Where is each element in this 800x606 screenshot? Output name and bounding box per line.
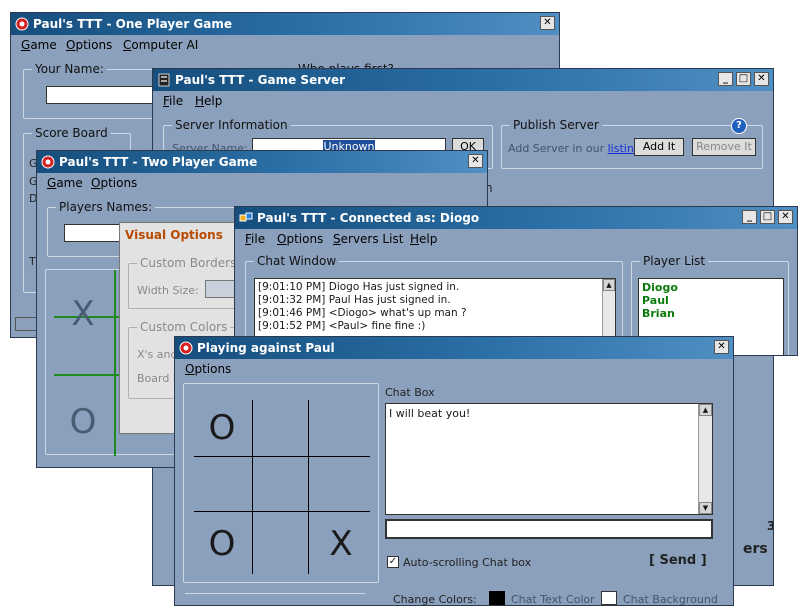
board-line-v2 xyxy=(308,400,309,574)
menu-servers-list[interactable]: Servers List xyxy=(333,232,403,246)
board-line-h1 xyxy=(194,456,370,457)
add-it-button[interactable]: Add It xyxy=(634,138,684,156)
scroll-down-icon[interactable]: ▼ xyxy=(699,502,712,514)
chat-box-group: Chat Box I will beat you! ▲ ▼ ✓ Auto-scr… xyxy=(379,386,727,605)
publish-server-label: Publish Server xyxy=(510,118,602,132)
chat-window-label: Chat Window xyxy=(254,254,340,268)
board-line-v1 xyxy=(252,400,253,574)
help-icon[interactable]: ? xyxy=(731,118,747,134)
one-player-menubar: Game Options Computer AI xyxy=(11,35,559,55)
connected-menubar: File Options Servers List Help xyxy=(235,229,797,249)
menu-help[interactable]: Help xyxy=(195,94,222,108)
maximize-button[interactable]: □ xyxy=(736,72,751,86)
game-board-group: O O X xyxy=(183,383,379,583)
connected-window: Paul's TTT - Connected as: Diogo _ □ ✕ F… xyxy=(234,206,798,356)
close-button[interactable]: ✕ xyxy=(540,16,555,30)
scroll-up-icon[interactable]: ▲ xyxy=(603,279,615,291)
playing-window: Playing against Paul ✕ Options O O X Cha… xyxy=(174,336,734,606)
player-item[interactable]: Diogo xyxy=(642,281,678,294)
custom-colors-label: Custom Colors xyxy=(137,320,231,334)
board-line-h2 xyxy=(194,511,370,512)
board-cell[interactable]: O xyxy=(196,410,248,446)
score-board-label: Score Board xyxy=(32,126,111,140)
app-icon xyxy=(41,155,55,169)
playing-titlebar[interactable]: Playing against Paul ✕ xyxy=(175,337,733,359)
chat-background-swatch[interactable] xyxy=(601,591,617,605)
chat-line: [9:01:52 PM] <Paul> fine fine :) xyxy=(258,320,426,332)
menu-options[interactable]: Options xyxy=(66,38,112,52)
remove-it-button[interactable]: Remove It xyxy=(692,138,756,156)
window-title: Playing against Paul xyxy=(197,341,335,355)
chat-box-scrollbar[interactable]: ▲ ▼ xyxy=(698,404,712,514)
player-count: 3 xyxy=(767,519,773,533)
two-player-menubar: Game Options xyxy=(37,173,487,193)
player-list-label: Player List xyxy=(640,254,709,268)
publish-text: Add Server in our listing? xyxy=(508,142,647,155)
chat-line: [9:01:10 PM] Diogo Has just signed in. xyxy=(258,281,460,293)
player-item[interactable]: Paul xyxy=(642,294,678,307)
board-cell[interactable]: X xyxy=(314,526,368,562)
send-button[interactable]: [ Send ] xyxy=(649,553,707,568)
board-line-v1 xyxy=(114,270,116,456)
menu-options[interactable]: Options xyxy=(91,176,137,190)
player-item[interactable]: Brian xyxy=(642,307,678,320)
dialog-title: Visual Options xyxy=(125,228,223,242)
chat-box[interactable]: I will beat you! ▲ ▼ xyxy=(385,403,713,515)
connected-titlebar[interactable]: Paul's TTT - Connected as: Diogo _ □ ✕ xyxy=(235,207,797,229)
server-icon xyxy=(158,73,170,87)
board-cell[interactable]: O xyxy=(58,404,108,440)
autoscroll-checkbox[interactable]: ✓ xyxy=(387,556,399,568)
board-cell[interactable]: O xyxy=(196,526,248,562)
menu-file[interactable]: File xyxy=(245,232,265,246)
minimize-button[interactable]: _ xyxy=(742,210,757,224)
scroll-up-icon[interactable]: ▲ xyxy=(699,404,712,416)
menu-computer-ai[interactable]: Computer AI xyxy=(123,38,198,52)
game-server-menubar: File Help xyxy=(153,91,773,111)
menu-options[interactable]: Options xyxy=(185,362,231,376)
menu-game[interactable]: Game xyxy=(21,38,57,52)
chat-line: [9:01:46 PM] <Diogo> what's up man ? xyxy=(258,307,467,319)
close-button[interactable]: ✕ xyxy=(754,72,769,86)
message-input[interactable] xyxy=(385,519,713,539)
menu-game[interactable]: Game xyxy=(47,176,83,190)
server-information-label: Server Information xyxy=(172,118,291,132)
players-label-partial: ers ] xyxy=(743,541,773,557)
menu-help[interactable]: Help xyxy=(410,232,437,246)
window-title: Paul's TTT - Two Player Game xyxy=(59,155,258,169)
app-icon xyxy=(179,341,193,355)
game-server-titlebar[interactable]: Paul's TTT - Game Server _ □ ✕ xyxy=(153,69,773,91)
board-cell[interactable]: X xyxy=(58,296,108,332)
score-row-4: T xyxy=(29,255,36,268)
close-button[interactable]: ✕ xyxy=(778,210,793,224)
players-names-label: Players Names: xyxy=(56,200,156,214)
close-button[interactable]: ✕ xyxy=(714,340,729,354)
custom-borders-label: Custom Borders xyxy=(137,256,240,270)
minimize-button[interactable]: _ xyxy=(718,72,733,86)
window-title: Paul's TTT - Game Server xyxy=(175,73,346,87)
two-player-titlebar[interactable]: Paul's TTT - Two Player Game ✕ xyxy=(37,151,487,173)
custom-borders-group: Custom Borders Width Size: xyxy=(128,256,244,309)
maximize-button[interactable]: □ xyxy=(760,210,775,224)
chat-text-color-swatch[interactable] xyxy=(489,591,505,605)
menu-options[interactable]: Options xyxy=(277,232,323,246)
playing-menubar: Options xyxy=(175,359,733,379)
window-title: Paul's TTT - Connected as: Diogo xyxy=(257,211,480,225)
close-button[interactable]: ✕ xyxy=(468,154,483,168)
your-name-label: Your Name: xyxy=(32,62,107,76)
chat-box-label: Chat Box xyxy=(385,386,435,399)
network-icon xyxy=(239,212,253,222)
chat-line: [9:01:32 PM] Paul Has just signed in. xyxy=(258,294,451,306)
chat-lines: [9:01:10 PM] Diogo Has just signed in. [… xyxy=(258,281,467,333)
chat-box-text: I will beat you! xyxy=(389,407,471,420)
publish-server-group: Publish Server Add Server in our listing… xyxy=(501,118,763,169)
one-player-titlebar[interactable]: Paul's TTT - One Player Game ✕ xyxy=(11,13,559,35)
menu-file[interactable]: File xyxy=(163,94,183,108)
width-size-label: Width Size: xyxy=(137,284,199,297)
window-title: Paul's TTT - One Player Game xyxy=(33,17,233,31)
app-icon xyxy=(15,17,29,31)
autoscroll-label: Auto-scrolling Chat box xyxy=(403,556,532,569)
